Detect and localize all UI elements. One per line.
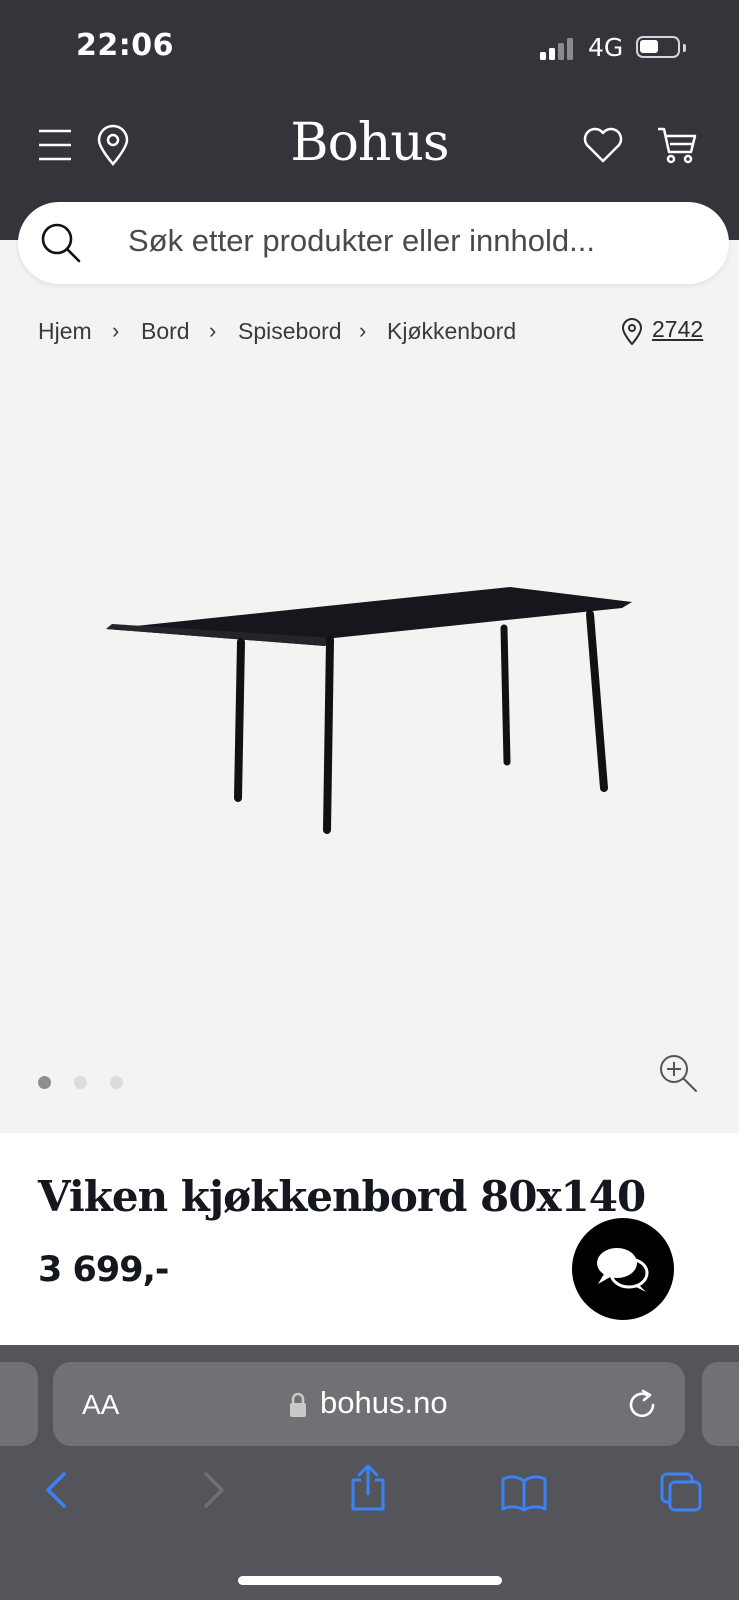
status-time: 22:06	[76, 28, 174, 63]
reload-icon[interactable]	[626, 1388, 660, 1422]
battery-icon	[636, 36, 680, 58]
gallery-dot-active[interactable]	[38, 1076, 51, 1089]
store-selector-link[interactable]: 2742	[652, 316, 703, 343]
breadcrumb-kjokkenbord: Kjøkkenbord	[387, 318, 517, 344]
gallery-dot[interactable]	[110, 1076, 123, 1089]
breadcrumb-separator: ›	[112, 318, 120, 343]
previous-tab-preview[interactable]	[0, 1362, 38, 1446]
breadcrumb-separator: ›	[359, 318, 367, 343]
breadcrumb-separator: ›	[209, 318, 217, 343]
bookmarks-icon[interactable]	[500, 1474, 548, 1512]
search-icon	[41, 223, 81, 263]
lock-icon	[290, 1392, 306, 1417]
product-price: 3 699,-	[38, 1250, 169, 1290]
product-title: Viken kjøkkenbord 80x140	[38, 1172, 646, 1221]
battery-nub	[683, 44, 686, 52]
back-icon[interactable]	[40, 1470, 76, 1510]
signal-strength-icon	[540, 38, 580, 60]
zoom-in-icon[interactable]	[658, 1053, 698, 1093]
breadcrumb-bord[interactable]: Bord	[141, 318, 190, 345]
product-image[interactable]	[100, 580, 640, 860]
forward-icon[interactable]	[196, 1470, 232, 1510]
tabs-icon[interactable]	[660, 1472, 704, 1514]
chat-button[interactable]	[572, 1218, 674, 1320]
breadcrumb-home[interactable]: Hjem	[38, 318, 92, 345]
brand-logo[interactable]: Bohus	[0, 113, 739, 173]
heart-icon[interactable]	[582, 126, 624, 164]
share-icon[interactable]	[348, 1464, 388, 1512]
chat-icon	[597, 1248, 649, 1292]
text-size-button[interactable]: AA	[82, 1389, 119, 1421]
cart-icon[interactable]	[656, 124, 698, 166]
network-type: 4G	[588, 33, 624, 62]
location-pin-icon	[621, 318, 643, 346]
url-text[interactable]: bohus.no	[320, 1385, 448, 1421]
home-indicator[interactable]	[238, 1576, 502, 1585]
next-tab-preview[interactable]	[702, 1362, 739, 1446]
breadcrumb-spisebord[interactable]: Spisebord	[238, 318, 342, 345]
search-input[interactable]: Søk etter produkter eller innhold...	[128, 223, 595, 259]
gallery-dot[interactable]	[74, 1076, 87, 1089]
